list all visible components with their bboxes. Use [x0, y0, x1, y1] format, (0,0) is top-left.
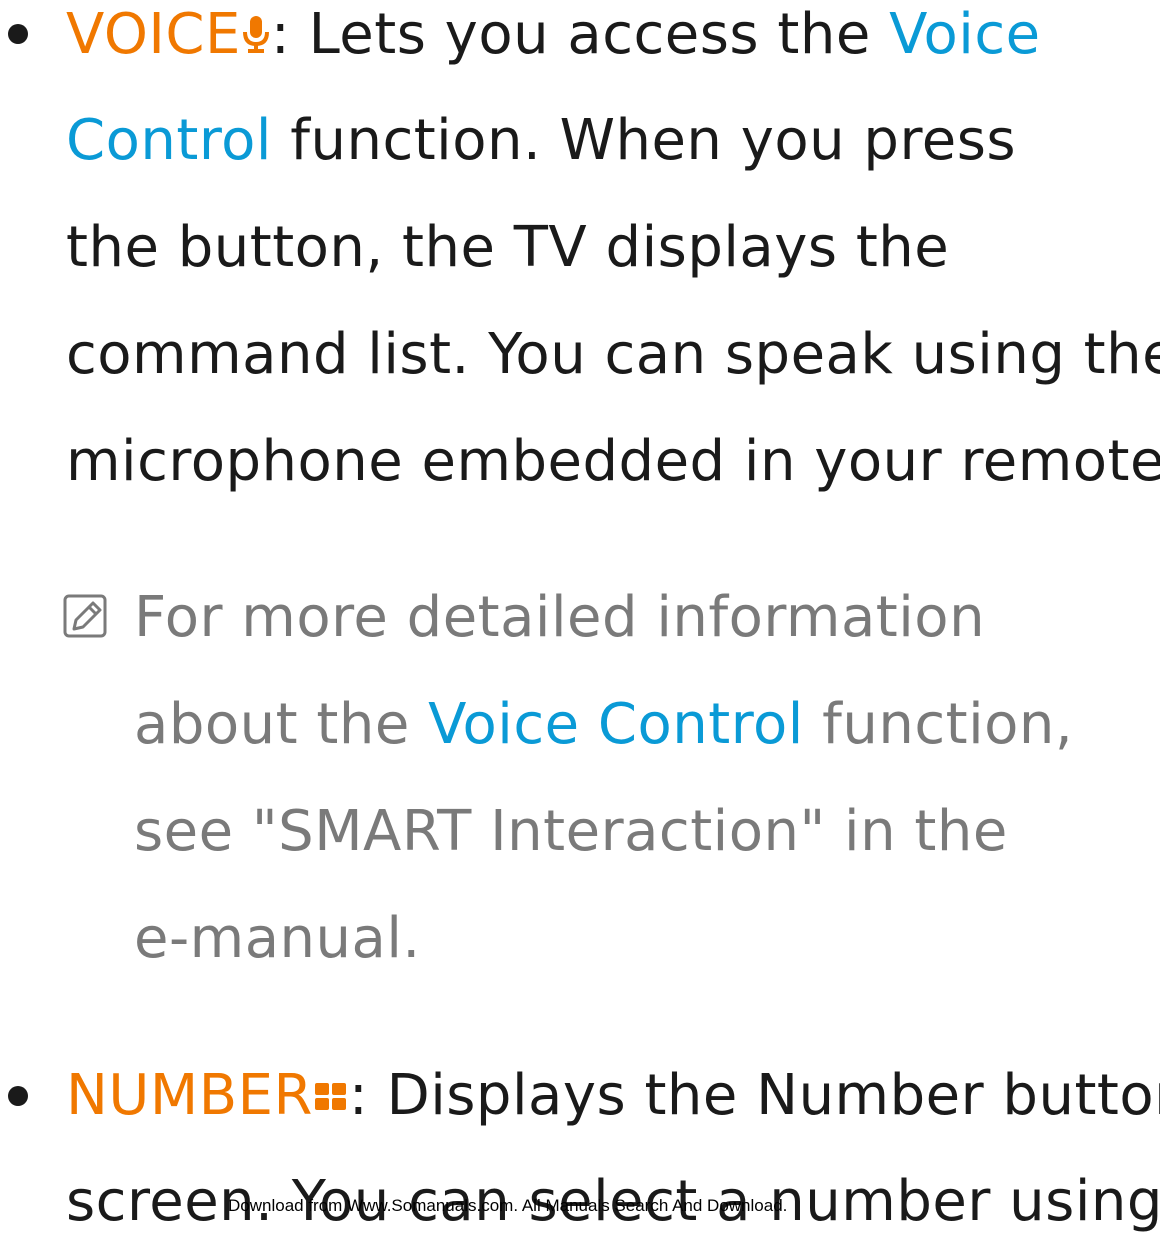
number-line-1: NUMBER : Displays the Number button [66, 1061, 1160, 1131]
voice-label: VOICE [66, 2, 241, 67]
note-line-2: about the Voice Control function, [134, 690, 1073, 760]
note-line-2-post: function, [803, 692, 1074, 757]
voice-desc-1: : Lets you access the [270, 2, 890, 67]
number-desc-1: : Displays the Number button [348, 1063, 1160, 1128]
voice-control-link-part2[interactable]: Control [66, 108, 272, 173]
voice-desc-2: function. When you press [271, 108, 1017, 173]
number-grid-icon [313, 1082, 349, 1115]
bullet-number [8, 1086, 28, 1106]
note-line-3: see "SMART Interaction" in the [134, 799, 1008, 864]
voice-control-link-part1[interactable]: Voice [889, 2, 1041, 67]
voice-line-4: command list. You can speak using the [66, 322, 1160, 387]
voice-line-5: microphone embedded in your remote. [66, 429, 1160, 494]
bullet-voice [8, 24, 28, 44]
note-line-4: e-manual. [134, 906, 421, 971]
microphone-icon [241, 15, 271, 56]
voice-line-1: VOICE : Lets you access the Voice [66, 0, 1041, 70]
number-label: NUMBER [66, 1063, 313, 1128]
voice-line-3: the button, the TV displays the [66, 215, 950, 280]
note-pencil-icon [63, 594, 107, 638]
voice-line-2: Control function. When you press [66, 106, 1016, 176]
download-footer: Download from Www.Somanuals.com. All Man… [228, 1196, 788, 1215]
note-line-2-pre: about the [134, 692, 429, 757]
note-line-1: For more detailed information [134, 585, 986, 650]
note-voice-control-link[interactable]: Voice Control [428, 692, 804, 757]
